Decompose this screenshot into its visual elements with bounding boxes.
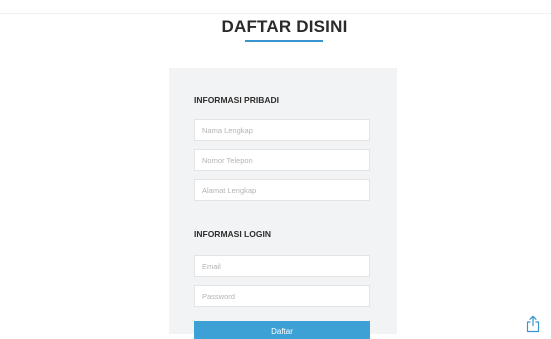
header-divider [0,13,551,14]
email-field[interactable] [194,255,370,277]
share-icon[interactable] [525,315,541,333]
login-info-heading: INFORMASI LOGIN [194,229,271,239]
personal-info-heading: INFORMASI PRIBADI [194,95,279,105]
title-underline [245,40,323,42]
full-name-field[interactable] [194,119,370,141]
address-field[interactable] [194,179,370,201]
phone-field[interactable] [194,149,370,171]
register-button[interactable]: Daftar [194,321,370,339]
password-field[interactable] [194,285,370,307]
page-title: DAFTAR DISINI [221,17,348,36]
registration-form: INFORMASI PRIBADI INFORMASI LOGIN Daftar [169,68,397,339]
